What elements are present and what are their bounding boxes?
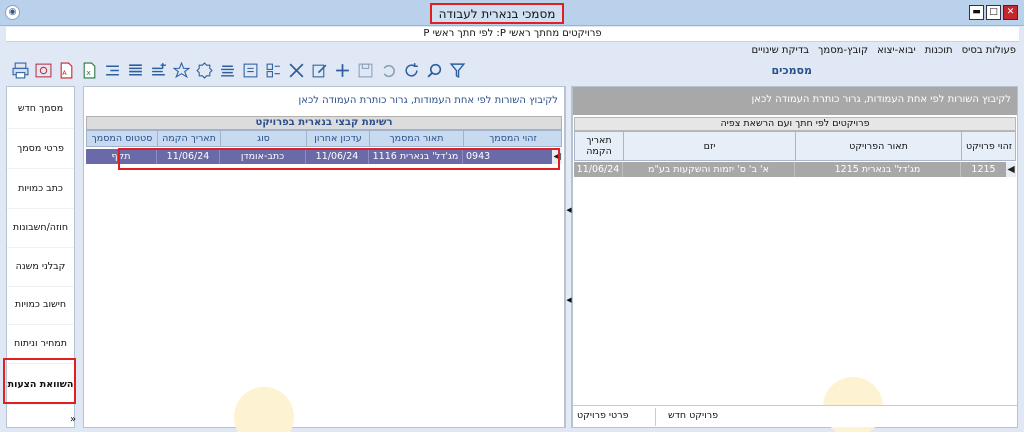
footer-divider xyxy=(655,408,656,426)
title-bar: ◉ מסמכי בנארית לעבודה ▬ □ ✕ xyxy=(0,0,1024,26)
refresh-icon[interactable] xyxy=(401,60,421,80)
column-header-type[interactable]: סוג xyxy=(220,131,306,146)
cross-tools-icon[interactable] xyxy=(286,60,306,80)
menu-item-programs[interactable]: תוכנות xyxy=(925,45,953,56)
column-header-last-update[interactable]: עדכון אחרון xyxy=(306,131,369,146)
edit-icon[interactable] xyxy=(309,60,329,80)
grid-caption: רשימת קבצי בנארית בפרויקט xyxy=(86,116,562,130)
row-highlight-box xyxy=(118,148,560,170)
decorative-circle xyxy=(234,387,294,432)
project-details-button[interactable]: פרטי פרויקט xyxy=(577,410,629,421)
search-icon[interactable] xyxy=(424,60,444,80)
app-logo-icon[interactable]: ◉ xyxy=(5,5,20,20)
row-pointer-icon: ◀ xyxy=(1006,162,1016,177)
panel-splitter[interactable]: ◀ ◀ xyxy=(565,86,572,428)
cell-project-description: מג'דל' בנארית 1215 xyxy=(794,162,960,177)
save-icon[interactable] xyxy=(355,60,375,80)
column-header-doc-id[interactable]: זהוי המסמך xyxy=(463,131,562,146)
grid-header: זהוי פרויקט תאור הפרויקט יזם תאריך הקמה xyxy=(574,131,1016,161)
menu-item-check-changes[interactable]: בדיקת שינויים xyxy=(752,45,809,56)
table-row[interactable]: ◀ 1215 מג'דל' בנארית 1215 א' ב' ס' יזמות… xyxy=(574,162,1016,177)
indent-icon[interactable] xyxy=(102,60,122,80)
group-by-hint: לקיבוץ השורות לפי אחת העמודות, גרור כותר… xyxy=(298,95,558,106)
projects-panel: לקיבוץ השורות לפי אחת העמודות, גרור כותר… xyxy=(572,86,1018,432)
menu-bar: פעולות בסיס תוכנות יבוא-יצוא קובץ-מסמך ב… xyxy=(752,45,1016,56)
grid-header: זהוי המסמך תאור המסמך עדכון אחרון סוג תא… xyxy=(86,130,562,147)
window-subtitle: פרויקטים מחתך ראשי P: לפי חתך ראשי P xyxy=(6,27,1019,42)
column-header-project-description[interactable]: תאור הפרויקט xyxy=(795,132,961,160)
pdf-icon[interactable]: A xyxy=(56,60,76,80)
sidebar-item-subcontractors[interactable]: קבלני משנה xyxy=(7,247,74,287)
list-icon[interactable] xyxy=(125,60,145,80)
sidebar-item-document-details[interactable]: פרטי מסמך xyxy=(7,129,74,169)
window-title: מסמכי בנארית לעבודה xyxy=(430,3,564,24)
form-icon[interactable] xyxy=(240,60,260,80)
menu-item-import-export[interactable]: יבוא-יצוא xyxy=(877,45,916,56)
cell-developer: א' ב' ס' יזמות והשקעות בע"מ xyxy=(622,162,794,177)
menu-item-file-document[interactable]: קובץ-מסמך xyxy=(818,45,868,56)
sidebar-highlight-box xyxy=(3,358,76,404)
panel-footer: פרויקט חדש פרטי פרויקט xyxy=(573,405,1017,427)
column-header-created[interactable]: תאריך הקמה xyxy=(575,132,623,160)
sidebar-item-new-document[interactable]: מסמך חדש xyxy=(7,89,74,129)
column-header-created[interactable]: תאריך הקמה xyxy=(157,131,220,146)
sidebar-more-icon[interactable]: » xyxy=(70,414,76,425)
plus-icon[interactable] xyxy=(332,60,352,80)
star-icon[interactable] xyxy=(171,60,191,80)
cell-project-id: 1215 xyxy=(960,162,1006,177)
undo-icon[interactable] xyxy=(378,60,398,80)
section-title: מסמכים xyxy=(771,64,812,77)
documents-panel: לקיבוץ השורות לפי אחת העמודות, גרור כותר… xyxy=(83,86,565,432)
badge-icon[interactable] xyxy=(194,60,214,80)
group-by-hint: לקיבוץ השורות לפי אחת העמודות, גרור כותר… xyxy=(573,87,1017,115)
sidebar-item-bill-of-quantities[interactable]: כתב כמויות xyxy=(7,169,74,209)
list-add-icon[interactable] xyxy=(148,60,168,80)
sidebar-item-contract-invoices[interactable]: חוזה/חשבונות xyxy=(7,208,74,248)
menu-item-basic-actions[interactable]: פעולות בסיס xyxy=(962,45,1016,56)
preview-icon[interactable] xyxy=(33,60,53,80)
column-header-project-id[interactable]: זהוי פרויקט xyxy=(961,132,1016,160)
print-icon[interactable] xyxy=(10,60,30,80)
filter-icon[interactable] xyxy=(447,60,467,80)
maximize-icon[interactable]: □ xyxy=(986,5,1001,20)
new-project-button[interactable]: פרויקט חדש xyxy=(668,410,718,421)
column-header-status[interactable]: סטטוס המסמך xyxy=(87,131,157,146)
excel-icon[interactable]: x xyxy=(79,60,99,80)
cell-created: 11/06/24 xyxy=(576,164,620,175)
layout-icon[interactable] xyxy=(263,60,283,80)
close-icon[interactable]: ✕ xyxy=(1003,5,1018,20)
column-header-developer[interactable]: יזם xyxy=(623,132,795,160)
minimize-icon[interactable]: ▬ xyxy=(969,5,984,20)
svg-text:x: x xyxy=(86,67,91,76)
align-icon[interactable] xyxy=(217,60,237,80)
column-header-doc-description[interactable]: תאור המסמך xyxy=(369,131,463,146)
sidebar-item-quantity-calc[interactable]: חישוב כמויות xyxy=(7,285,74,325)
grid-caption: פרויקטים לפי חתך ועם הרשאת צפיה xyxy=(574,117,1016,131)
toolbar: A x xyxy=(10,60,467,80)
window-controls: ▬ □ ✕ xyxy=(969,5,1018,20)
svg-text:A: A xyxy=(62,68,67,76)
